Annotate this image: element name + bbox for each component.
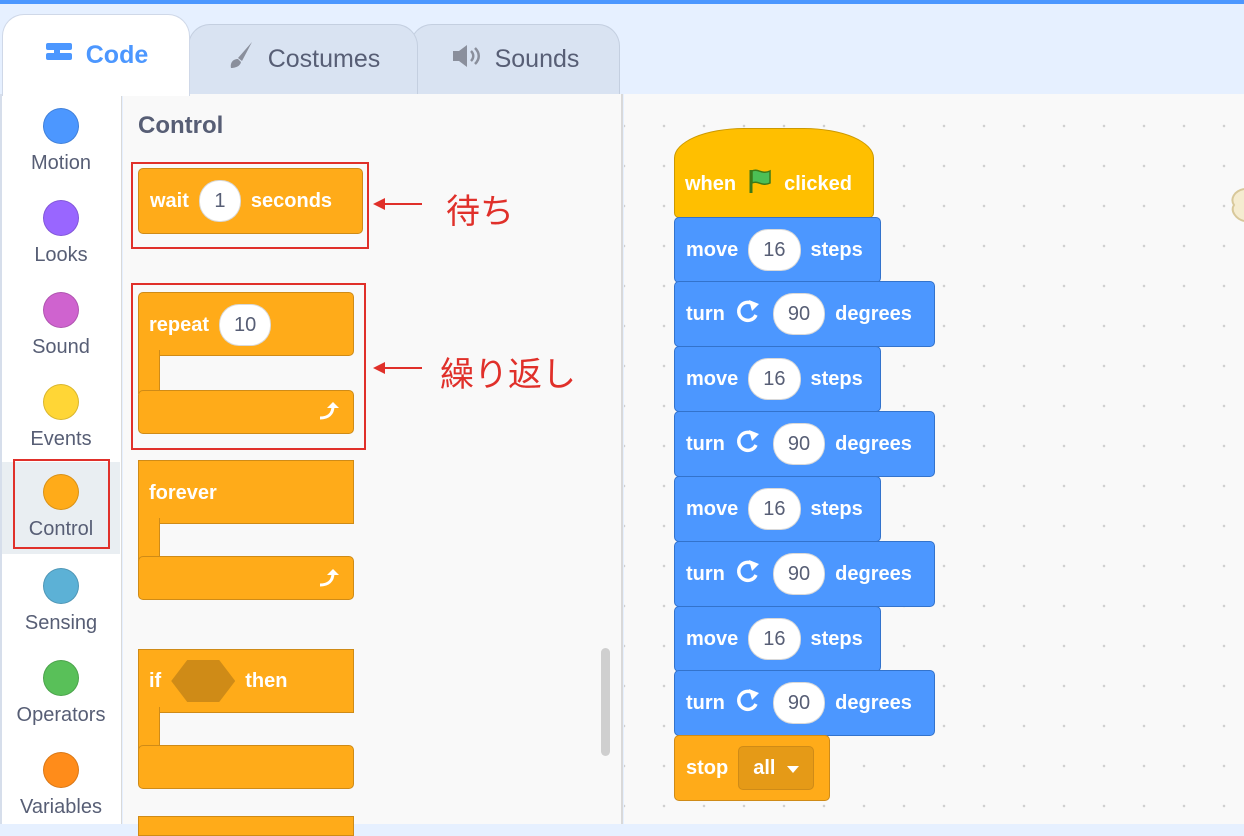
turn-right-block[interactable]: turn 90 degrees [674, 541, 935, 607]
rotate-clockwise-icon [735, 298, 763, 330]
tab-sounds-label: Sounds [494, 45, 580, 73]
forever-label: forever [149, 481, 217, 504]
wait-arrow-head [373, 198, 385, 210]
when-label: when [685, 172, 737, 195]
condition-slot[interactable] [171, 660, 236, 702]
degrees-unit: degrees [835, 562, 912, 585]
degrees-unit: degrees [835, 302, 912, 325]
hat-row: when clicked [674, 163, 852, 205]
loop-arrow-icon [316, 567, 342, 594]
steps-input[interactable]: 16 [748, 229, 801, 271]
category-label: Sound [32, 336, 90, 358]
sensing-category-icon [43, 568, 79, 604]
degrees-input[interactable]: 90 [772, 682, 826, 724]
move-steps-block[interactable]: move 16 steps [674, 606, 881, 672]
wait-arrow [384, 203, 422, 205]
tab-code[interactable]: Code [2, 14, 190, 96]
steps-unit: steps [810, 367, 863, 390]
category-operators[interactable]: Operators [2, 648, 120, 740]
rotate-clockwise-icon [735, 428, 763, 460]
category-label: Operators [16, 704, 106, 726]
control-highlight-box [13, 459, 110, 549]
stop-option-value: all [753, 756, 776, 779]
repeat-annotation: 繰り返し [440, 356, 576, 394]
move-label: move [686, 367, 739, 390]
category-label: Motion [30, 152, 92, 174]
turn-right-block[interactable]: turn 90 degrees [674, 411, 935, 477]
if-then-block-footer [138, 745, 354, 789]
degrees-unit: degrees [835, 691, 912, 714]
turn-label: turn [686, 432, 725, 455]
steps-unit: steps [810, 497, 863, 520]
variables-category-icon [43, 752, 79, 788]
degrees-unit: degrees [835, 432, 912, 455]
turn-label: turn [686, 691, 725, 714]
stop-block[interactable]: stop all [674, 735, 830, 801]
steps-input[interactable]: 16 [748, 488, 801, 530]
repeat-highlight-box [131, 283, 366, 450]
palette-scrollbar[interactable] [601, 648, 610, 756]
rotate-clockwise-icon [735, 558, 763, 590]
stop-option-dropdown[interactable]: all [738, 746, 815, 790]
forever-block-row: forever [138, 472, 217, 514]
turn-right-block[interactable]: turn 90 degrees [674, 670, 935, 736]
tab-costumes-label: Costumes [267, 45, 381, 73]
category-sound[interactable]: Sound [2, 280, 120, 372]
turn-label: turn [686, 302, 725, 325]
brush-icon [226, 40, 256, 79]
category-label: Looks [34, 244, 88, 266]
move-steps-block[interactable]: move 16 steps [674, 346, 881, 412]
events-category-icon [43, 384, 79, 420]
steps-unit: steps [810, 238, 863, 261]
category-sensing[interactable]: Sensing [2, 556, 120, 648]
speaker-icon [451, 43, 483, 76]
dropdown-arrow-icon [787, 757, 800, 780]
category-label: Events [30, 428, 92, 450]
if-then-row: if then [138, 660, 287, 702]
sound-category-icon [43, 292, 79, 328]
next-block-partial [138, 816, 354, 836]
looks-category-icon [43, 200, 79, 236]
stop-label: stop [686, 756, 729, 779]
repeat-arrow [384, 367, 422, 369]
category-label: Variables [20, 796, 102, 818]
steps-unit: steps [810, 627, 863, 650]
wait-highlight-box [131, 162, 369, 249]
wait-annotation: 待ち [446, 193, 514, 231]
motion-category-icon [43, 108, 79, 144]
move-steps-block[interactable]: move 16 steps [674, 217, 881, 283]
tab-code-label: Code [85, 41, 149, 69]
move-label: move [686, 627, 739, 650]
category-events[interactable]: Events [2, 372, 120, 464]
palette-title: Control [138, 112, 224, 139]
tab-sounds[interactable]: Sounds [410, 24, 620, 94]
sprite-preview-partial [1230, 185, 1244, 225]
degrees-input[interactable]: 90 [772, 293, 826, 335]
clicked-label: clicked [784, 172, 852, 195]
steps-input[interactable]: 16 [748, 618, 801, 660]
green-flag-icon [746, 167, 774, 201]
category-label: Sensing [24, 612, 98, 634]
steps-input[interactable]: 16 [748, 358, 801, 400]
tab-costumes[interactable]: Costumes [188, 24, 418, 94]
category-variables[interactable]: Variables [2, 740, 120, 832]
category-looks[interactable]: Looks [2, 188, 120, 280]
rotate-clockwise-icon [735, 687, 763, 719]
move-steps-block[interactable]: move 16 steps [674, 476, 881, 542]
repeat-arrow-head [373, 362, 385, 374]
degrees-input[interactable]: 90 [772, 423, 826, 465]
turn-right-block[interactable]: turn 90 degrees [674, 281, 935, 347]
top-accent-bar [0, 0, 1244, 4]
then-label: then [245, 669, 288, 692]
degrees-input[interactable]: 90 [772, 553, 826, 595]
category-motion[interactable]: Motion [2, 96, 120, 188]
code-icon [44, 40, 74, 71]
operators-category-icon [43, 660, 79, 696]
turn-label: turn [686, 562, 725, 585]
move-label: move [686, 238, 739, 261]
move-label: move [686, 497, 739, 520]
if-label: if [149, 669, 162, 692]
